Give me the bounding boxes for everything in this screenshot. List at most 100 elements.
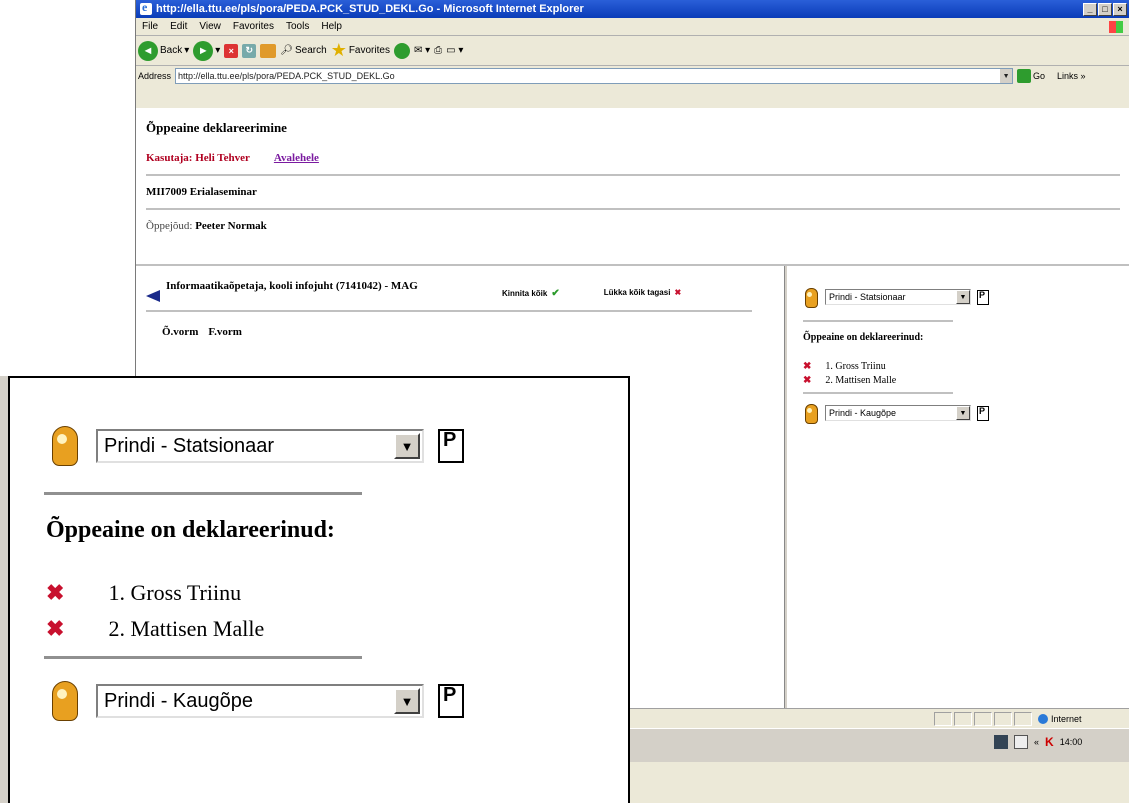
- menu-help[interactable]: Help: [315, 21, 348, 32]
- zoom-print-distance-select[interactable]: Prindi - Kaugõpe ▼: [96, 684, 424, 718]
- reject-all-button[interactable]: Lükka kõik tagasi ✖: [604, 288, 681, 297]
- edit-icon[interactable]: ▭ ▾: [446, 45, 463, 56]
- column-ovorm: Õ.vorm: [162, 326, 199, 338]
- frame-splitter[interactable]: [784, 266, 788, 708]
- chevron-down-icon[interactable]: ▼: [956, 290, 970, 304]
- accept-all-button[interactable]: Kinnita kõik ✔: [502, 288, 560, 299]
- ie-logo-icon: [140, 0, 152, 15]
- remove-x-icon[interactable]: ✖: [46, 616, 64, 642]
- address-bar: Address http://ella.ttu.ee/pls/pora/PEDA…: [136, 66, 1129, 86]
- zoom-print-stationary-select[interactable]: Prindi - Statsionaar ▼: [96, 429, 424, 463]
- antivirus-icon[interactable]: K: [1045, 735, 1054, 749]
- print-distance-value: Prindi - Kaugõpe: [829, 408, 897, 418]
- globe-icon: [1038, 713, 1048, 724]
- menu-view[interactable]: View: [193, 21, 227, 32]
- page-title: Õppeaine deklareerimine: [146, 120, 287, 135]
- header-frame: Õppeaine deklareerimine Kasutaja: Heli T…: [136, 108, 1129, 266]
- check-leaf-icon: ✔: [551, 288, 560, 299]
- tray-expand-icon[interactable]: «: [1034, 737, 1039, 747]
- back-button[interactable]: ◄ Back ▾: [138, 40, 189, 61]
- chevron-down-icon[interactable]: ▼: [394, 688, 420, 714]
- mail-icon[interactable]: ✉ ▾: [414, 45, 430, 56]
- close-button[interactable]: ×: [1113, 2, 1127, 16]
- home-icon[interactable]: [260, 43, 277, 58]
- student-name: 1. Gross Triinu: [108, 580, 242, 605]
- chevron-down-icon[interactable]: ▼: [394, 433, 420, 459]
- address-input[interactable]: http://ella.ttu.ee/pls/pora/PEDA.PCK_STU…: [175, 68, 1014, 84]
- favorites-button[interactable]: ★ Favorites: [331, 40, 390, 61]
- back-arrow-icon: ◄: [138, 40, 158, 61]
- network-icon[interactable]: [994, 735, 1008, 749]
- address-dropdown-icon[interactable]: ▼: [1000, 69, 1013, 83]
- address-value: http://ella.ttu.ee/pls/pora/PEDA.PCK_STU…: [178, 71, 395, 81]
- print-distance-select[interactable]: Prindi - Kaugõpe ▼: [825, 405, 971, 421]
- forward-button[interactable]: ► ▾: [193, 40, 220, 61]
- student-name: 2. Mattisen Malle: [825, 375, 897, 386]
- red-x-icon: ✖: [674, 288, 682, 297]
- status-cell: [934, 711, 952, 726]
- menu-favorites[interactable]: Favorites: [227, 21, 280, 32]
- clock: 14:00: [1059, 737, 1083, 747]
- chevron-down-icon[interactable]: ▼: [956, 406, 970, 420]
- zoomed-callout: Prindi - Statsionaar ▼ Õppeaine on dekla…: [8, 376, 630, 803]
- user-label: Kasutaja: Heli Tehver: [146, 152, 250, 164]
- pdf-document-icon[interactable]: [977, 405, 989, 421]
- teacher-label: Õppejõud:: [146, 220, 193, 232]
- pdf-document-icon[interactable]: [438, 684, 464, 718]
- go-button[interactable]: Go: [1017, 69, 1045, 83]
- student-list: ✖ 1. Gross Triinu ✖ 2. Mattisen Malle: [46, 580, 628, 642]
- links-label[interactable]: Links »: [1057, 71, 1086, 81]
- print-stationary-value: Prindi - Statsionaar: [829, 292, 906, 302]
- print-stationary-select[interactable]: Prindi - Statsionaar ▼: [825, 289, 971, 305]
- list-item: ✖ 2. Mattisen Malle: [46, 616, 628, 642]
- remove-x-icon[interactable]: ✖: [803, 375, 811, 386]
- declared-title: Õppeaine on deklareerinud:: [803, 332, 924, 343]
- list-item: ✖ 1. Gross Triinu: [46, 580, 628, 606]
- history-icon[interactable]: [393, 42, 410, 59]
- divider: [44, 492, 362, 495]
- student-name: 2. Mattisen Malle: [108, 616, 265, 641]
- minimize-button[interactable]: _: [1083, 2, 1097, 16]
- student-list: ✖ 1. Gross Triinu ✖ 2. Mattisen Malle: [803, 361, 1129, 386]
- remove-x-icon[interactable]: ✖: [803, 361, 811, 372]
- search-button[interactable]: 🔎︎ Search: [280, 45, 326, 56]
- status-cell: [994, 711, 1012, 726]
- menu-edit[interactable]: Edit: [164, 21, 193, 32]
- address-label: Address: [138, 71, 172, 81]
- system-tray: « K 14:00: [994, 735, 1082, 749]
- status-cell: [974, 711, 992, 726]
- pdf-document-icon[interactable]: [438, 429, 464, 463]
- search-label: Search: [295, 45, 327, 56]
- print-toolbar-icon[interactable]: ⎙: [434, 45, 442, 56]
- home-link[interactable]: Avalehele: [274, 152, 319, 164]
- menu-file[interactable]: File: [136, 21, 164, 32]
- refresh-icon[interactable]: ↻: [242, 43, 257, 58]
- printer-mascot-icon: [803, 288, 819, 308]
- menu-tools[interactable]: Tools: [280, 21, 315, 32]
- window-title: http://ella.ttu.ee/pls/pora/PEDA.PCK_STU…: [156, 3, 584, 15]
- divider: [44, 656, 362, 659]
- status-cell: [1014, 711, 1032, 726]
- maximize-button[interactable]: □: [1098, 2, 1112, 16]
- status-cell: [954, 711, 972, 726]
- printer-mascot-icon: [46, 426, 82, 466]
- menu-bar: File Edit View Favorites Tools Help: [136, 18, 1129, 36]
- pdf-document-icon[interactable]: [977, 289, 989, 305]
- teacher-name: Peeter Normak: [195, 220, 267, 232]
- go-arrow-icon: [1017, 69, 1032, 83]
- divider: [146, 208, 1120, 210]
- back-triangle-icon[interactable]: [146, 290, 160, 302]
- back-label: Back: [160, 45, 183, 56]
- help-icon[interactable]: [1014, 735, 1028, 749]
- teacher-row: Õppejõud: Peeter Normak: [146, 220, 1120, 232]
- windows-flag-icon: [1109, 20, 1123, 33]
- go-label: Go: [1033, 71, 1046, 81]
- student-name: 1. Gross Triinu: [825, 361, 886, 372]
- stop-icon[interactable]: ×: [224, 43, 239, 58]
- declared-title: Õppeaine on deklareerinud:: [46, 517, 335, 543]
- remove-x-icon[interactable]: ✖: [46, 580, 64, 606]
- status-zone: Internet: [1051, 713, 1082, 724]
- print-stationary-value: Prindi - Statsionaar: [104, 434, 275, 457]
- list-item: ✖ 2. Mattisen Malle: [803, 375, 1129, 386]
- divider: [803, 392, 953, 394]
